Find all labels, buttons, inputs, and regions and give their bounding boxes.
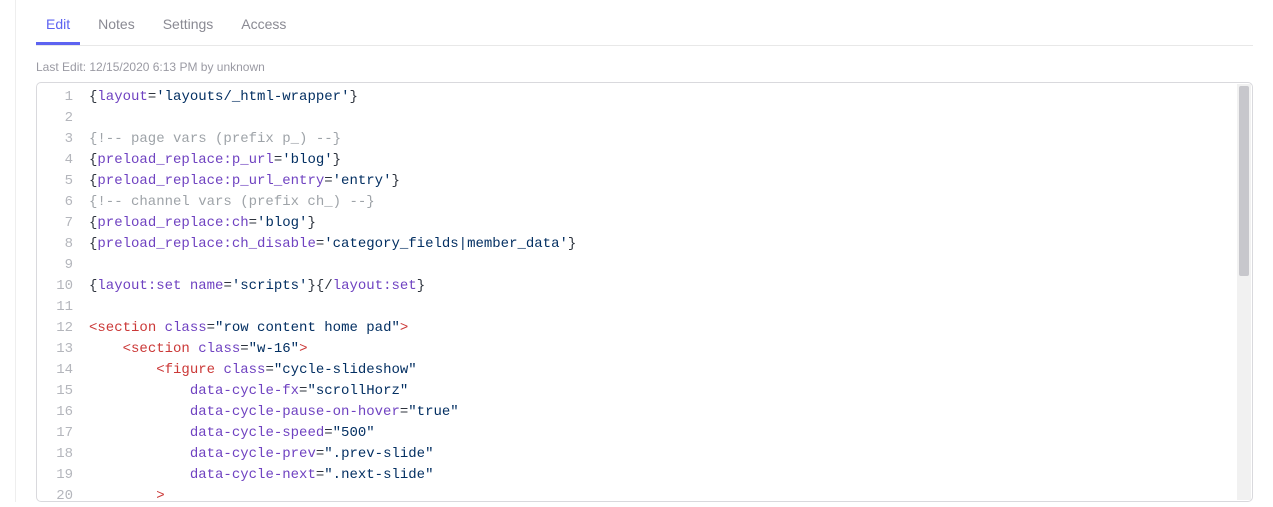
last-edit-label: Last Edit: 12/15/2020 6:13 PM by unknown: [36, 46, 1253, 82]
code-editor[interactable]: 1 2 3 4 5 6 7 8 9 10 11 12 13 14 15 16 1…: [36, 82, 1253, 502]
tab-edit[interactable]: Edit: [36, 8, 80, 45]
editor-panel: Edit Notes Settings Access Last Edit: 12…: [15, 0, 1273, 502]
code-line: data-cycle-speed="500": [89, 423, 1252, 444]
code-content[interactable]: {layout='layouts/_html-wrapper'} {!-- pa…: [81, 87, 1252, 502]
tab-settings[interactable]: Settings: [153, 8, 224, 45]
code-line: {layout:set name='scripts'}{/layout:set}: [89, 276, 1252, 297]
code-line: {preload_replace:ch='blog'}: [89, 213, 1252, 234]
scrollbar-thumb[interactable]: [1239, 86, 1249, 276]
tab-strip: Edit Notes Settings Access: [36, 0, 1253, 46]
code-line: data-cycle-next=".next-slide": [89, 465, 1252, 486]
code-line: {preload_replace:ch_disable='category_fi…: [89, 234, 1252, 255]
code-line: {!-- page vars (prefix p_) --}: [89, 129, 1252, 150]
code-line: [89, 255, 1252, 276]
code-line: [89, 297, 1252, 318]
code-line: <section class="w-16">: [89, 339, 1252, 360]
tab-notes[interactable]: Notes: [88, 8, 145, 45]
code-line: {preload_replace:p_url_entry='entry'}: [89, 171, 1252, 192]
code-line: {preload_replace:p_url='blog'}: [89, 150, 1252, 171]
code-line: data-cycle-pause-on-hover="true": [89, 402, 1252, 423]
code-line: <section class="row content home pad">: [89, 318, 1252, 339]
scrollbar-track[interactable]: [1237, 84, 1251, 500]
tab-access[interactable]: Access: [231, 8, 296, 45]
code-line: data-cycle-fx="scrollHorz": [89, 381, 1252, 402]
code-line: data-cycle-prev=".prev-slide": [89, 444, 1252, 465]
code-line: >: [89, 486, 1252, 502]
code-line: {!-- channel vars (prefix ch_) --}: [89, 192, 1252, 213]
code-line: <figure class="cycle-slideshow": [89, 360, 1252, 381]
code-line: [89, 108, 1252, 129]
code-line: {layout='layouts/_html-wrapper'}: [89, 87, 1252, 108]
line-gutter: 1 2 3 4 5 6 7 8 9 10 11 12 13 14 15 16 1…: [37, 87, 81, 502]
